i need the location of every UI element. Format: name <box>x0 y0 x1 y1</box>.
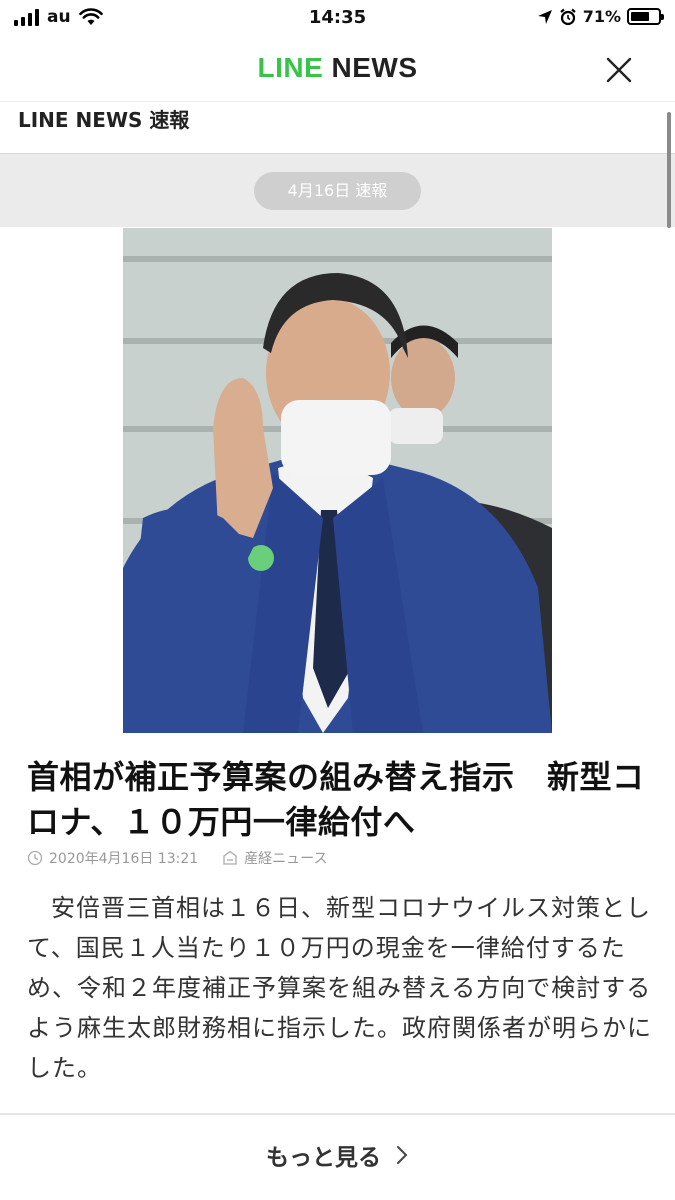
status-bar: au 14:35 71% <box>0 0 675 36</box>
article-source[interactable]: 産経ニュース <box>244 848 327 868</box>
logo-news-text: NEWS <box>331 52 418 83</box>
logo-line-text: LINE <box>257 52 324 83</box>
battery-icon <box>627 8 664 25</box>
alarm-icon <box>559 8 576 25</box>
scrollbar[interactable] <box>667 112 671 228</box>
nav-bar: LINE NEWS <box>0 36 675 102</box>
more-button-label: もっと見る <box>266 1145 381 1171</box>
divider <box>0 1113 675 1115</box>
article-photo[interactable] <box>123 228 552 733</box>
section-title: LINE NEWS 速報 <box>18 108 190 132</box>
date-pill: 4月16日 速報 <box>254 172 421 210</box>
close-icon[interactable] <box>603 54 635 86</box>
more-button[interactable]: もっと見る <box>0 1138 675 1172</box>
clock-icon <box>27 850 43 866</box>
article-headline[interactable]: 首相が補正予算案の組み替え指示 新型コロナ、１０万円一律給付へ <box>27 755 652 845</box>
line-news-logo: LINE NEWS <box>0 52 675 84</box>
publisher-icon <box>223 850 237 865</box>
article-body: 安倍晋三首相は１６日、新型コロナウイルス対策として、国民１人当たり１０万円の現金… <box>27 894 652 1082</box>
chevron-right-icon <box>397 1146 408 1164</box>
article-meta: 2020年4月16日 13:21 産経ニュース <box>27 848 327 868</box>
location-icon <box>537 9 552 24</box>
article-datetime: 2020年4月16日 13:21 <box>49 851 199 867</box>
battery-percent: 71% <box>582 7 621 26</box>
